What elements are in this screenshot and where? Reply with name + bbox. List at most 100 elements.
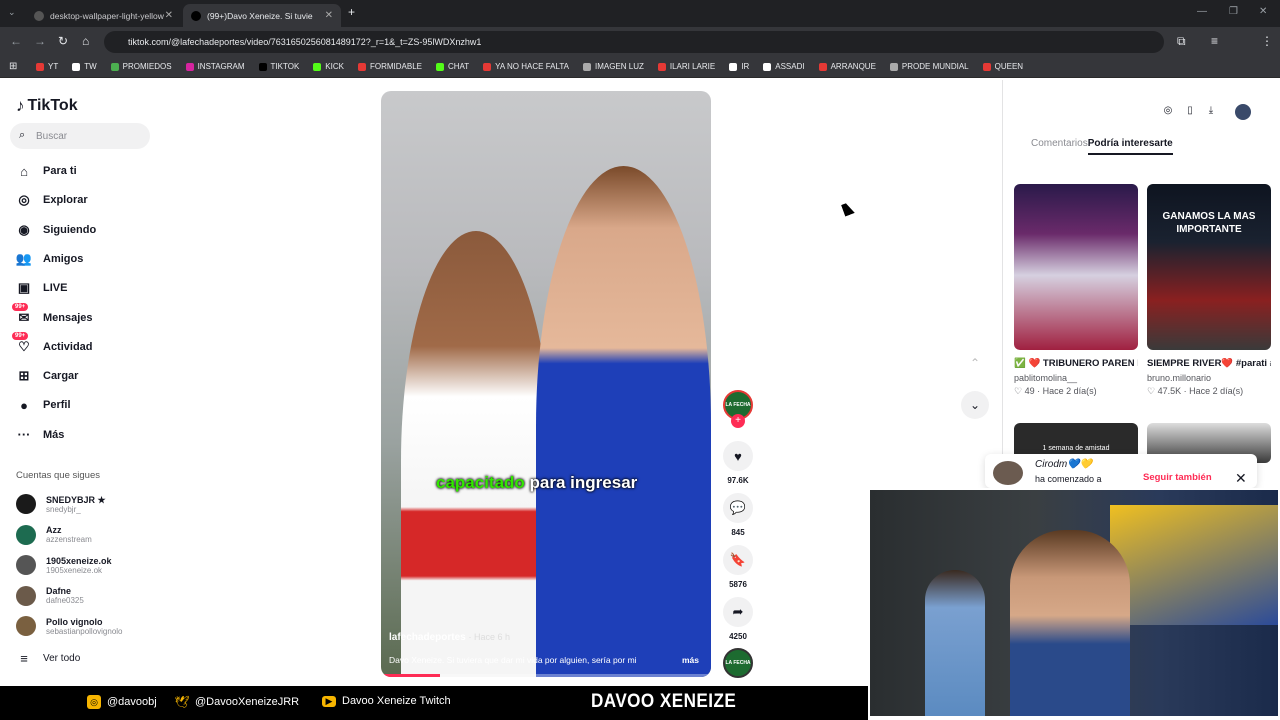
bookmark-item[interactable]: TIKTOK [258,62,299,71]
bookmark-item[interactable]: PRODE MUNDIAL [889,62,969,71]
recommended-card[interactable]: GANAMOS LA MAS IMPORTANTE SIEMPRE RIVER❤… [1147,184,1271,397]
bookmark-item[interactable]: QUEEN [982,62,1023,71]
account-name: 1905xeneize.ok [46,555,112,566]
avatar [16,555,36,575]
apps-icon[interactable]: ⊞ [9,61,17,72]
nav-item-messages[interactable]: ✉ 99+ Mensajes [12,302,93,329]
close-icon[interactable]: ✕ [1235,470,1247,487]
download-icon[interactable]: ⤓ [1204,105,1218,119]
back-icon[interactable]: ← [10,35,22,47]
user-avatar[interactable] [1235,104,1251,120]
tab-interest[interactable]: Podría interesarte [1087,138,1173,155]
bookmark-label: FORMIDABLE [369,62,422,71]
forward-icon[interactable]: → [34,35,46,47]
stadium-poster [1110,505,1278,625]
video-player[interactable]: capacitado para ingresar lafechadeportes… [381,91,711,677]
bookmark-item[interactable]: ASSADI [763,62,805,71]
video-progress-bar[interactable] [381,674,711,677]
nav-label: Mensajes [43,311,93,324]
save-button[interactable]: 🔖 5876 [722,545,754,589]
minimize-icon[interactable]: — [1197,6,1207,18]
account-username: dafne0325 [46,596,84,605]
nav-item-live[interactable]: ▣ LIVE [16,277,68,299]
nav-item-home[interactable]: ⌂ Para ti [16,160,77,182]
browser-menu-icon[interactable]: ⋮ [1261,35,1273,47]
tiktok-favicon-icon [191,10,201,21]
nav-item-following[interactable]: ◉ Siguiendo [16,219,96,241]
recommended-card[interactable]: ✅ ❤️ TRIBUNERO PAREN LA MANO... pablitom… [1014,184,1138,397]
bookmark-item[interactable]: INSTAGRAM [185,62,245,71]
bookmark-item[interactable]: YA NO HACE FALTA [483,62,569,71]
address-bar[interactable]: tiktok.com/@lafechadeportes/video/763165… [104,31,1164,53]
bookmark-item[interactable]: ILARI LARIE [657,62,716,71]
bookmark-item[interactable]: TW [72,62,97,71]
next-video-button[interactable]: ⌄ [961,391,989,419]
bookmark-item[interactable]: IR [729,62,749,71]
bookmark-item[interactable]: CHAT [435,62,469,71]
window-close-icon[interactable]: ✕ [1259,6,1267,18]
follow-plus-icon[interactable]: + [731,414,745,428]
followed-account[interactable]: Azz azzenstream [16,523,92,547]
bookmark-favicon-icon [36,62,44,71]
comment-button[interactable]: 💬 845 [722,493,754,537]
bookmark-item[interactable]: FORMIDABLE [357,62,422,71]
avatar [16,494,36,514]
nav-item-friends[interactable]: 👥 Amigos [16,248,83,270]
restore-icon[interactable]: ❐ [1229,6,1238,18]
more-button[interactable]: más [682,655,699,665]
bookmark-item[interactable]: KICK [313,62,344,71]
search-input[interactable]: ⌕ Buscar [10,123,150,149]
follow-notification: Cirodm💙💛 ha comenzado a Seguir también ✕ [985,454,1257,488]
followed-account[interactable]: Dafne dafne0325 [16,584,84,608]
tab-close-icon[interactable]: ✕ [325,10,333,21]
streamer-webcam [868,488,1280,718]
extensions-icon[interactable]: ⧉ [1177,35,1186,47]
browser-tab-0[interactable]: desktop-wallpaper-light-yellow ✕ [26,4,181,27]
followed-account[interactable]: 1905xeneize.ok 1905xeneize.ok [16,553,112,577]
notification-name: Cirodm💙💛 [1035,459,1093,470]
bookmark-item[interactable]: YT [36,62,58,71]
tiktok-logo[interactable]: ♪ TikTok [16,96,78,116]
browser-tab-1[interactable]: (99+)Davo Xeneize. Si tuvie ✕ [183,4,341,27]
follow-back-button[interactable]: Seguir también [1143,472,1212,483]
like-button[interactable]: ♥ 97.6K [722,441,754,485]
nav-item-profile[interactable]: ● Perfil [16,394,70,416]
creator-avatar[interactable]: LA FECHA + [722,390,754,428]
jersey-figure [925,570,985,716]
nav-item-compass[interactable]: ◎ Explorar [16,189,87,211]
reload-icon[interactable]: ↻ [58,35,68,47]
new-tab-icon[interactable]: + [348,6,355,18]
bookmark-item[interactable]: IMAGEN LUZ [582,62,644,71]
bookmark-favicon-icon [72,62,81,71]
bookmark-item[interactable]: PROMIEDOS [110,62,172,71]
home-browser-icon[interactable]: ⌂ [82,35,89,47]
tab-comments[interactable]: Comentarios [1031,138,1088,149]
bookmark-item[interactable]: ARRANQUE [818,62,876,71]
nav-item-upload[interactable]: ⊞ Cargar [16,365,79,387]
followed-account[interactable]: SNEDYBJR ★ snedybjr_ [16,492,106,516]
list-icon: ≡ [20,650,28,666]
tab-search-icon[interactable]: ⌄ [8,6,16,18]
notification-text: ha comenzado a [1035,474,1102,484]
bookmark-label: ILARI LARIE [669,62,716,71]
player-left-figure [401,231,551,677]
followed-account[interactable]: Pollo vignolo sebastianpollovignolo [16,614,123,638]
media-icon[interactable]: ≡ [1211,35,1218,47]
previous-video-button[interactable]: ⌃ [961,349,989,377]
youtube-handle: ▶ Davoo Xeneize Twitch [322,695,451,707]
share-button[interactable]: ➦ 4250 [722,597,754,641]
youtube-text: Davoo Xeneize Twitch [342,695,451,707]
nav-item-activity[interactable]: ♡ 99+ Actividad [12,331,93,358]
music-disc[interactable]: LA FECHA [722,648,754,678]
video-author[interactable]: lafechadeportes · Hace 6 h [389,632,510,643]
friends-icon: 👥 [15,250,33,266]
nav-item-more[interactable]: ··· Más [16,424,65,446]
account-username: azzenstream [46,535,92,544]
activity-icon: ♡ 99+ [12,331,32,355]
following-icon: ◉ [18,221,30,237]
phone-icon[interactable]: ▯ [1183,105,1197,119]
notification-badge: 99+ [12,331,29,340]
see-all-link[interactable]: ≡ Ver todo [16,647,80,669]
coin-icon[interactable]: ◎ [1161,105,1175,119]
tab-close-icon[interactable]: ✕ [165,10,173,21]
